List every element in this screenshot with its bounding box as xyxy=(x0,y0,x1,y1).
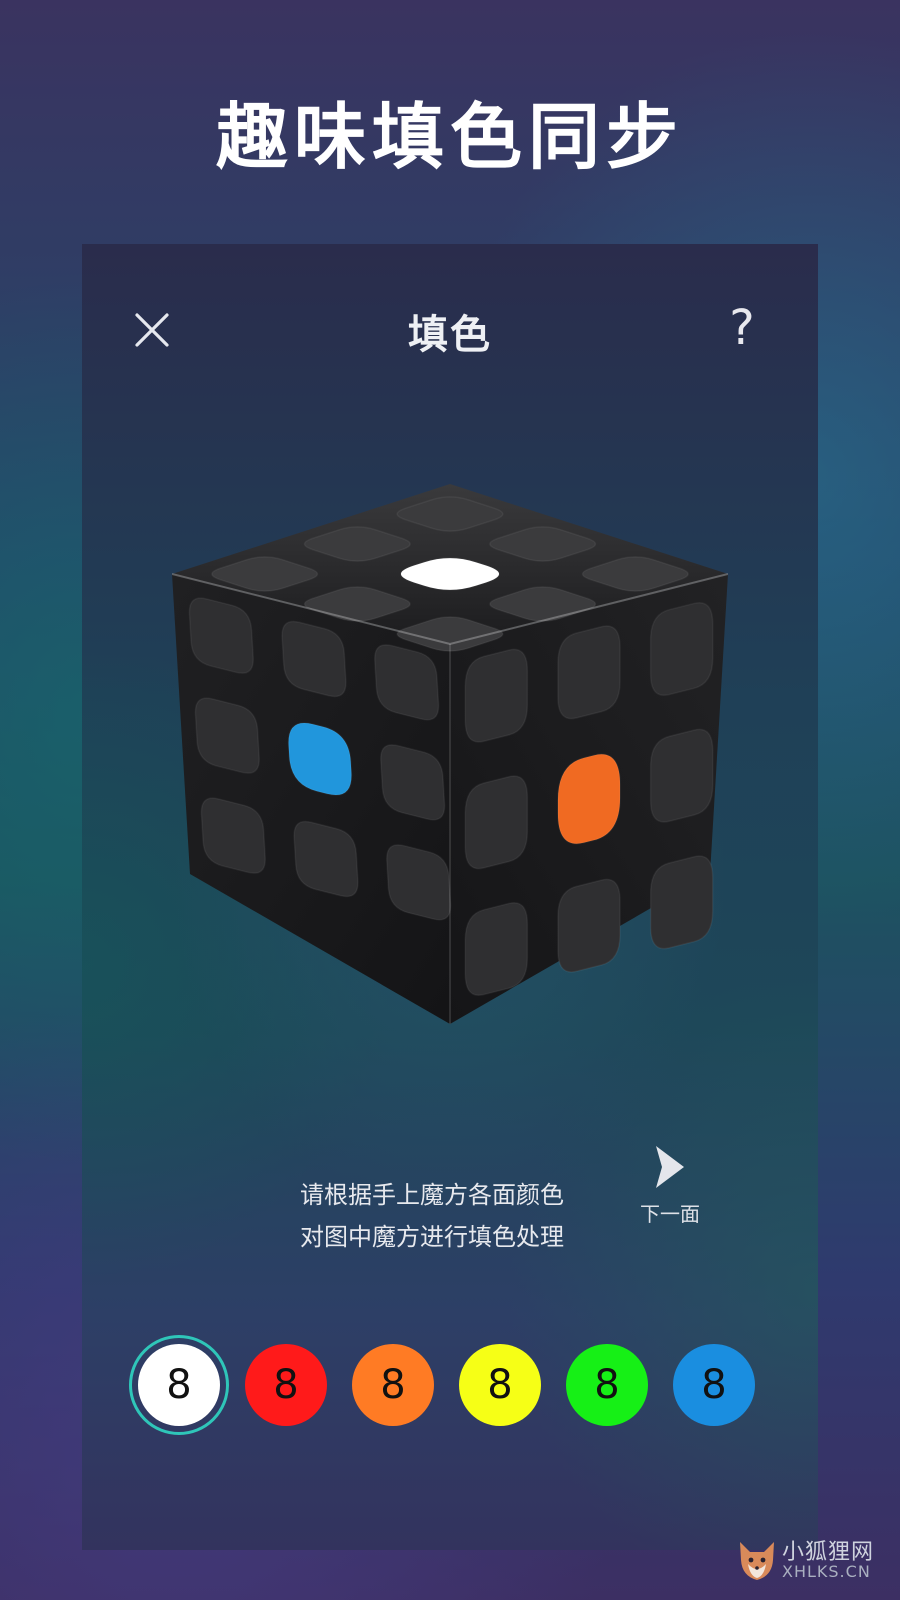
site-watermark: 小狐狸网 XHLKS.CN xyxy=(736,1534,886,1590)
color-swatch[interactable]: 8 xyxy=(459,1344,541,1426)
phone-screen: 填色 ? 请根据手上魔方各面颜色 对图中魔方进行填色处理 下一面 8 8 8 8 8 8 xyxy=(82,244,818,1550)
instruction-line-2: 对图中魔方进行填色处理 xyxy=(300,1223,564,1251)
help-button[interactable]: ? xyxy=(722,300,762,356)
swatch-count: 8 xyxy=(273,1362,299,1408)
color-swatch[interactable]: 8 xyxy=(245,1344,327,1426)
cube-sticker[interactable] xyxy=(557,878,621,973)
swatch-count: 8 xyxy=(487,1362,513,1408)
cube-right-center-sticker[interactable] xyxy=(557,753,621,845)
next-face-label: 下一面 xyxy=(640,1202,700,1226)
color-swatch[interactable]: 8 xyxy=(673,1344,755,1426)
promo-headline: 趣味填色同步 xyxy=(215,95,684,179)
cube-sticker[interactable] xyxy=(649,601,714,697)
color-swatch[interactable]: 8 xyxy=(129,1335,229,1435)
swatch-count: 8 xyxy=(166,1362,192,1408)
instruction-line-1: 请根据手上魔方各面颜色 xyxy=(300,1181,564,1209)
swatch-count: 8 xyxy=(701,1362,727,1408)
cube-sticker[interactable] xyxy=(464,648,529,743)
cube-sticker[interactable] xyxy=(649,855,714,950)
swatch-count: 8 xyxy=(380,1362,406,1408)
help-icon: ? xyxy=(729,300,755,356)
screen-title: 填色 xyxy=(408,312,492,358)
cube-sticker[interactable] xyxy=(464,901,529,997)
next-face-button[interactable]: 下一面 xyxy=(630,1144,710,1238)
play-arrow-icon xyxy=(656,1146,684,1188)
instruction-text: 请根据手上魔方各面颜色 对图中魔方进行填色处理 xyxy=(272,1174,592,1258)
watermark-domain: XHLKS.CN xyxy=(782,1562,871,1581)
cube-sticker[interactable] xyxy=(464,775,529,870)
rubiks-cube[interactable] xyxy=(172,484,728,1044)
fox-logo-icon xyxy=(740,1542,774,1580)
color-swatch[interactable]: 8 xyxy=(566,1344,648,1426)
cube-sticker[interactable] xyxy=(649,728,714,823)
swatch-count: 8 xyxy=(594,1362,620,1408)
color-palette: 8 8 8 8 8 8 xyxy=(129,1335,770,1435)
color-swatch[interactable]: 8 xyxy=(352,1344,434,1426)
cube-sticker[interactable] xyxy=(557,625,621,720)
